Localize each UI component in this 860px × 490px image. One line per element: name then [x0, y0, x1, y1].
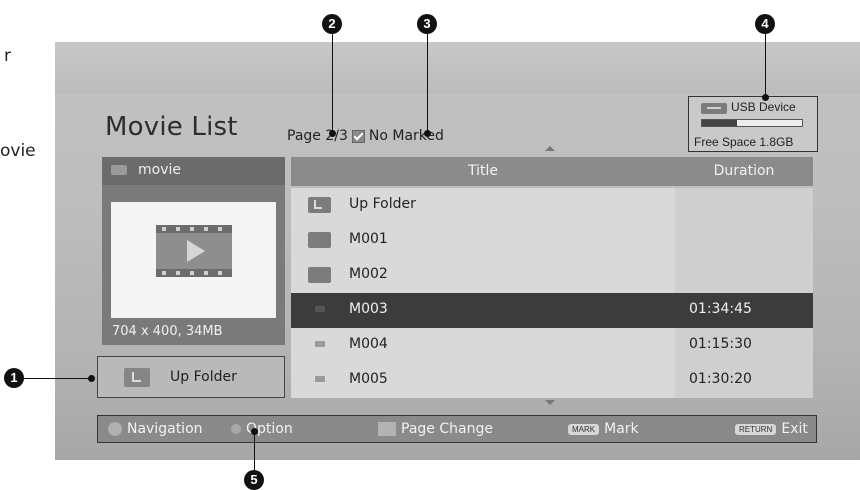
up-folder-icon	[124, 368, 150, 387]
return-key-icon: RETURN	[735, 423, 777, 435]
movie-file-icon	[315, 376, 325, 382]
page-change-icon	[378, 422, 396, 436]
row-title: M002	[349, 266, 388, 282]
up-folder-button-label: Up Folder	[170, 369, 237, 385]
row-duration: 01:30:20	[689, 371, 752, 387]
storage-usage-fill	[702, 120, 737, 126]
up-folder-icon	[308, 197, 331, 213]
list-row-folder[interactable]: M001	[291, 223, 813, 258]
list-row-up-folder[interactable]: Up Folder	[291, 188, 813, 223]
movie-file-icon	[315, 341, 325, 347]
list-row-file[interactable]: M005 01:30:20	[291, 363, 813, 398]
film-play-icon	[156, 225, 232, 277]
mark-hint[interactable]: MARK Mark	[568, 421, 639, 437]
navigation-dpad-icon	[108, 422, 122, 436]
callout-1-leader	[20, 378, 92, 379]
preview-header: movie	[102, 157, 285, 185]
preview-file-info: 704 x 400, 34MB	[112, 324, 223, 339]
marked-status: No Marked	[368, 128, 444, 144]
folder-icon	[308, 267, 331, 283]
callout-5-leader	[254, 430, 255, 472]
exit-hint[interactable]: RETURN Exit	[735, 421, 808, 437]
callout-1-badge: 1	[4, 368, 24, 388]
callout-3-dot	[424, 130, 431, 137]
callout-2-leader	[332, 32, 333, 136]
row-title: M001	[349, 231, 388, 247]
row-duration: 01:15:30	[689, 336, 752, 352]
column-header-duration: Duration	[713, 163, 775, 179]
scroll-up-arrow-icon[interactable]	[545, 146, 555, 151]
page-indicator: Page 2/3	[287, 128, 348, 144]
row-title: M005	[349, 371, 388, 387]
row-duration: 01:34:45	[689, 301, 752, 317]
mark-key-icon: MARK	[568, 423, 600, 435]
list-row-selected[interactable]: M003 01:34:45	[291, 293, 813, 328]
column-header-title: Title	[467, 163, 498, 179]
side-text-fragment-2: ovie	[0, 141, 36, 161]
callout-3-leader	[427, 32, 428, 136]
mark-label: Mark	[604, 421, 639, 437]
current-folder-name: movie	[138, 162, 181, 178]
bottom-help-bar: Navigation Option Page Change MARK Mark …	[97, 415, 817, 443]
option-button-icon	[231, 424, 241, 434]
scroll-down-arrow-icon[interactable]	[545, 400, 555, 405]
movie-file-list: Title Duration Up Folder M001 M002 M003 …	[291, 157, 813, 399]
checkbox-icon	[351, 129, 365, 143]
navigation-hint: Navigation	[108, 421, 203, 437]
preview-panel: movie 704 x 400, 34MB	[102, 157, 285, 345]
callout-4-badge: 4	[755, 14, 775, 34]
row-title: M004	[349, 336, 388, 352]
list-row-file[interactable]: M004 01:15:30	[291, 328, 813, 363]
callout-1-dot	[88, 375, 95, 382]
folder-icon	[111, 165, 127, 175]
list-row-folder[interactable]: M002	[291, 258, 813, 293]
list-header: Title Duration	[291, 157, 813, 186]
callout-4-leader	[765, 32, 766, 100]
folder-icon	[308, 232, 331, 248]
side-text-fragment-1: r	[4, 46, 11, 66]
option-hint[interactable]: Option	[231, 421, 293, 437]
page-info: Page 2/3 No Marked	[287, 128, 444, 144]
up-folder-button[interactable]: Up Folder	[97, 356, 285, 398]
row-title: M003	[349, 301, 388, 317]
screen-top-band	[55, 42, 860, 94]
row-title: Up Folder	[349, 196, 416, 212]
page-change-hint[interactable]: Page Change	[378, 421, 493, 437]
usb-icon	[701, 103, 727, 114]
preview-thumbnail	[111, 202, 276, 318]
callout-5-dot	[251, 428, 258, 435]
callout-2-badge: 2	[322, 14, 342, 34]
movie-file-icon	[315, 306, 325, 312]
storage-usage-bar	[701, 119, 803, 127]
tv-screen: Movie List Page 2/3 No Marked USB Device…	[55, 42, 860, 460]
callout-2-dot	[329, 130, 336, 137]
callout-4-dot	[762, 94, 769, 101]
page-title: Movie List	[105, 112, 238, 142]
page-change-label: Page Change	[401, 421, 493, 437]
callout-5-badge: 5	[244, 470, 264, 490]
exit-label: Exit	[781, 421, 808, 437]
callout-3-badge: 3	[417, 14, 437, 34]
usb-device-label: USB Device	[731, 100, 796, 114]
free-space-label: Free Space 1.8GB	[694, 135, 794, 149]
usb-device-panel: USB Device Free Space 1.8GB	[688, 96, 818, 152]
navigation-label: Navigation	[127, 421, 203, 437]
